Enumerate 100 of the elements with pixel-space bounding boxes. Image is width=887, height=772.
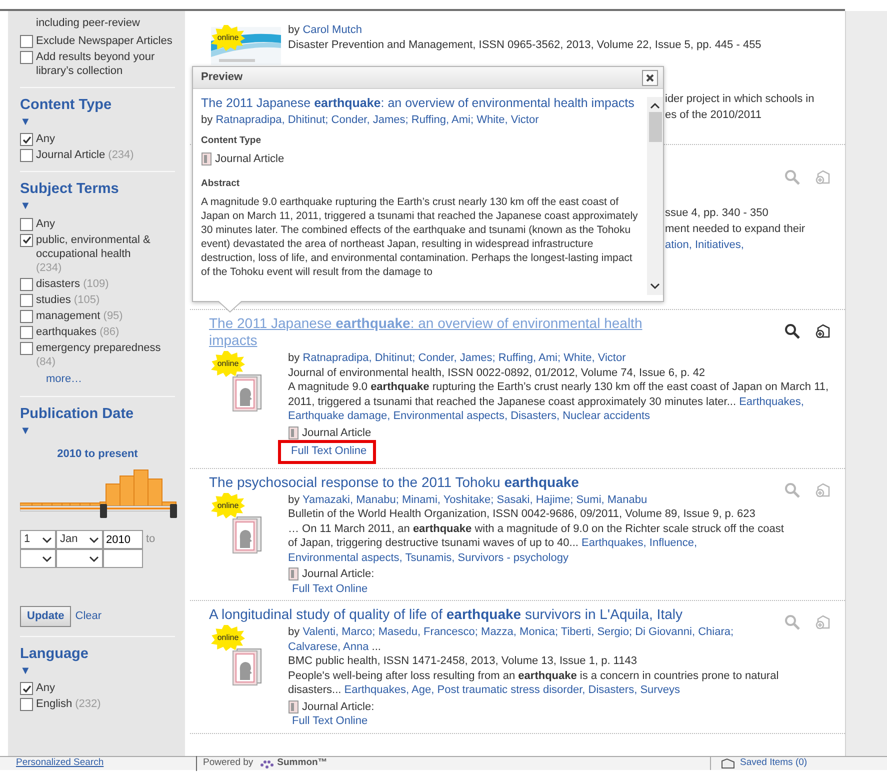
author-link[interactable]: Carol Mutch (302, 24, 362, 36)
preview-title-link[interactable]: The 2011 Japanese earthquake: an overview of environmental health impacts (201, 96, 634, 110)
checkbox[interactable] (20, 133, 33, 146)
document-icon (288, 567, 299, 582)
full-text-link[interactable]: Full Text Online (291, 444, 367, 458)
scroll-down-icon[interactable] (649, 282, 661, 291)
subject-link[interactable]: Earthquakes, (344, 684, 410, 696)
author-link[interactable]: Mazza, Monica; (481, 626, 558, 638)
author-link[interactable]: Ratnapradipa, Dhitinut; (302, 352, 416, 364)
author-link[interactable]: Di Giovanni, Chiara; (635, 626, 734, 638)
full-text-link[interactable]: Full Text Online (292, 714, 368, 728)
collapse-toggle[interactable]: ▼ (20, 200, 31, 213)
full-text-link[interactable]: Full Text Online (292, 582, 368, 596)
day-select[interactable] (20, 549, 56, 568)
author-link[interactable]: Ruffing, Ami; (411, 114, 474, 126)
facet-count: (109) (83, 278, 109, 290)
subject-link[interactable]: Surveys (640, 684, 680, 696)
subject-link[interactable]: Nuclear accidents (562, 410, 650, 422)
checkbox[interactable] (20, 149, 33, 162)
online-badge: online (211, 492, 245, 518)
checkbox[interactable] (20, 34, 33, 48)
subject-link[interactable]: Environmental aspects, (288, 552, 402, 564)
more-link[interactable]: more… (20, 370, 175, 387)
scroll-up-icon[interactable] (649, 101, 661, 110)
checkbox[interactable] (20, 682, 33, 695)
checkbox[interactable] (20, 342, 33, 354)
author-link[interactable]: Calvarese, Anna (288, 640, 369, 652)
checkbox[interactable] (20, 50, 33, 64)
section-heading: Language (20, 644, 90, 662)
abstract-text: … On 11 March 2011, an earthquake with a magnitude of 9.0 on the Richter scale struck off the coast of Japan, triggering destructive tsunami waves of up to 40... Earthquakes, Influence, Environmental aspects, Tsunamis, Survivors - psychology (288, 522, 784, 565)
subject-link[interactable]: Environmental aspects, (393, 410, 508, 422)
chevron-down-icon (42, 554, 52, 562)
checkbox[interactable] (20, 310, 33, 322)
subject-link[interactable]: Disasters, (588, 684, 638, 696)
author-link[interactable]: Yamazaki, Manabu; (302, 494, 399, 506)
author-link[interactable]: Tiberti, Sergio; (560, 626, 632, 638)
search-icon[interactable] (784, 323, 800, 339)
result-title-link[interactable]: A longitudinal study of quality of life of earthquake survivors in L'Aquila, Italy (209, 606, 687, 623)
author-link[interactable]: White, Victor (564, 352, 626, 364)
collapse-toggle[interactable]: ▼ (20, 425, 31, 438)
subject-link[interactable]: ation, (665, 239, 692, 251)
subject-link[interactable]: Influence, (649, 537, 698, 549)
subject-link[interactable]: Earthquake damage, (288, 410, 390, 422)
subject-link[interactable]: Tsunamis, (405, 552, 455, 564)
author-link[interactable]: Minami, Yoshitake; (402, 494, 494, 506)
checkbox[interactable] (20, 326, 33, 338)
by-label: by (201, 114, 213, 126)
facet-label: earthquakes (36, 324, 97, 338)
section-label: Abstract (201, 177, 241, 192)
document-icon (288, 426, 299, 440)
content-type-label: Journal Article (215, 152, 284, 167)
author-link[interactable]: Ratnapradipa, Dhitinut; (216, 114, 328, 126)
facet-label: Journal Article (36, 148, 106, 162)
facet-label: management (36, 308, 100, 322)
checkbox[interactable] (20, 294, 33, 306)
day-select[interactable]: 1 (20, 530, 56, 549)
month-select[interactable]: Jan (56, 530, 103, 549)
filter-label: Add results beyond your library’s collection (36, 50, 156, 78)
subject-link[interactable]: Survivors - psychology (458, 552, 568, 564)
facet-label: Any (36, 132, 55, 146)
clear-link[interactable]: Clear (75, 608, 102, 624)
subject-link[interactable]: Earthquakes, (582, 537, 646, 549)
checkbox[interactable] (20, 698, 33, 711)
subject-link[interactable]: Age, (412, 684, 434, 696)
author-link[interactable]: Sumi, Manabu (576, 494, 648, 506)
subject-link[interactable]: Initiatives, (694, 239, 744, 251)
year-field[interactable] (103, 549, 143, 568)
collapse-toggle[interactable]: ▼ (20, 664, 31, 678)
author-link[interactable]: Conder, James; (331, 114, 408, 126)
scrollbar-thumb[interactable] (648, 112, 662, 142)
folder-plus-icon[interactable] (814, 323, 831, 339)
brand-name: Summon™ (277, 756, 328, 770)
subject-link[interactable]: Earthquakes, (739, 396, 804, 408)
saved-items-link[interactable]: Saved Items (0) (710, 757, 845, 770)
scrollbar[interactable] (647, 97, 663, 295)
personalized-search-link[interactable]: Personalized Search (16, 756, 196, 771)
author-link[interactable]: Sasaki, Hajime; (496, 494, 574, 506)
month-select[interactable] (56, 549, 103, 568)
author-link[interactable]: Ruffing, Ami; (498, 352, 561, 364)
content-type-label: Journal Article: (302, 567, 374, 582)
year-field[interactable]: 2010 (103, 530, 143, 549)
abstract-fragment: ment needed to expand their (665, 223, 806, 235)
checkbox[interactable] (20, 234, 33, 246)
checkbox[interactable] (20, 278, 33, 290)
author-link[interactable]: Masedu, Francesco; (378, 626, 478, 638)
subject-link[interactable]: Disasters, (510, 410, 560, 422)
subject-link[interactable]: Post traumatic stress disorder, (437, 684, 586, 696)
author-link[interactable]: Valenti, Marco; (302, 626, 376, 638)
update-button[interactable]: Update (20, 606, 72, 626)
to-label: to (146, 532, 156, 548)
section-heading: Publication Date (20, 405, 135, 423)
author-link[interactable]: White, Victor (476, 114, 539, 126)
author-link[interactable]: Conder, James; (418, 352, 496, 364)
checkbox[interactable] (20, 218, 33, 230)
close-button[interactable] (642, 70, 658, 86)
source-text: Disaster Prevention and Management, ISSN 0965-3562, 2013, Volume 22, Issue 5, pp. 445 - 455 (288, 38, 762, 52)
popup-title: Preview (201, 70, 243, 86)
result-title-link[interactable]: The psychosocial response to the 2011 Tohoku earthquake (209, 474, 687, 490)
collapse-toggle[interactable]: ▼ (20, 116, 31, 128)
facet-count: (234) (36, 262, 62, 274)
